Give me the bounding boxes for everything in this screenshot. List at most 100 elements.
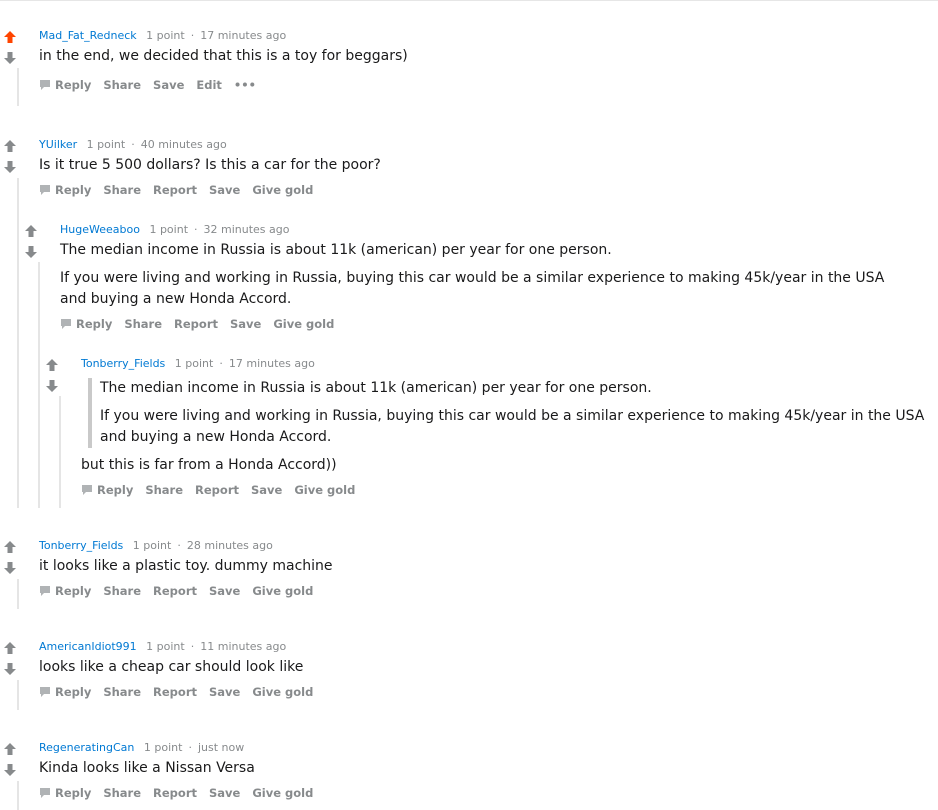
comment-body: Is it true 5 500 dollars? Is this a car … bbox=[39, 157, 381, 173]
share-button[interactable]: Share bbox=[103, 78, 141, 92]
comment: Tonberry_Fields 1 point · 17 minutes ago T… bbox=[42, 356, 938, 501]
comment-author[interactable]: Tonberry_Fields bbox=[81, 357, 165, 370]
comment-points: 1 point bbox=[143, 741, 183, 754]
comment-meta: YUilker 1 point · 40 minutes ago bbox=[39, 138, 227, 151]
edit-button[interactable]: Edit bbox=[196, 78, 222, 92]
meta-separator: · bbox=[219, 357, 223, 370]
upvote-arrow-icon[interactable] bbox=[3, 742, 17, 756]
reply-icon bbox=[40, 788, 50, 798]
comment-author[interactable]: HugeWeeaboo bbox=[60, 223, 140, 236]
comment-actions: Reply Share Report Save Give gold bbox=[39, 183, 325, 197]
report-button[interactable]: Report bbox=[195, 483, 239, 497]
reply-button[interactable]: Reply bbox=[55, 786, 91, 800]
comment-author[interactable]: Mad_Fat_Redneck bbox=[39, 29, 137, 42]
meta-separator: · bbox=[190, 29, 195, 42]
report-button[interactable]: Report bbox=[153, 584, 197, 598]
give-gold-button[interactable]: Give gold bbox=[252, 786, 313, 800]
save-button[interactable]: Save bbox=[209, 183, 240, 197]
thread-line[interactable] bbox=[17, 178, 19, 508]
comment: RegeneratingCan 1 point · just now Kinda l… bbox=[0, 740, 938, 805]
comment-points: 1 point bbox=[146, 29, 185, 42]
upvote-arrow-icon[interactable] bbox=[45, 358, 59, 372]
report-button[interactable]: Report bbox=[153, 183, 197, 197]
reply-button[interactable]: Reply bbox=[76, 317, 112, 331]
share-button[interactable]: Share bbox=[103, 584, 141, 598]
comment-body: but this is far from a Honda Accord)) bbox=[81, 457, 337, 473]
comment-body: it looks like a plastic toy. dummy machi… bbox=[39, 558, 333, 574]
comment-body: looks like a cheap car should look like bbox=[39, 659, 304, 675]
share-button[interactable]: Share bbox=[103, 183, 141, 197]
reply-button[interactable]: Reply bbox=[55, 685, 91, 699]
comment-time[interactable]: 40 minutes ago bbox=[141, 138, 227, 151]
comment-points: 1 point bbox=[174, 357, 214, 370]
share-button[interactable]: Share bbox=[103, 786, 141, 800]
comment-time[interactable]: 11 minutes ago bbox=[200, 640, 286, 653]
comment-author[interactable]: Tonberry_Fields bbox=[39, 539, 123, 552]
meta-separator: · bbox=[188, 741, 192, 754]
meta-separator: · bbox=[194, 223, 198, 236]
upvote-arrow-icon[interactable] bbox=[3, 139, 17, 153]
comment-time[interactable]: just now bbox=[198, 741, 244, 754]
comment-meta: HugeWeeaboo 1 point · 32 minutes ago bbox=[60, 223, 290, 236]
comment: Mad_Fat_Redneck 1 point · 17 minutes ago i… bbox=[0, 28, 938, 108]
downvote-arrow-icon[interactable] bbox=[45, 379, 59, 393]
report-button[interactable]: Report bbox=[153, 685, 197, 699]
save-button[interactable]: Save bbox=[209, 786, 240, 800]
comment-actions: Reply Share Report Save Give gold bbox=[81, 483, 367, 497]
comment-actions: Reply Share Report Save Give gold bbox=[60, 317, 346, 331]
share-button[interactable]: Share bbox=[103, 685, 141, 699]
comment-actions: Reply Share Report Save Give gold bbox=[39, 584, 325, 598]
comment-time[interactable]: 17 minutes ago bbox=[200, 29, 286, 42]
comment-actions: Reply Share Save Edit ••• bbox=[39, 78, 268, 92]
comment-author[interactable]: YUilker bbox=[39, 138, 77, 151]
upvote-arrow-icon[interactable] bbox=[3, 30, 17, 44]
reply-button[interactable]: Reply bbox=[97, 483, 133, 497]
reply-button[interactable]: Reply bbox=[55, 78, 91, 92]
downvote-arrow-icon[interactable] bbox=[3, 763, 17, 777]
share-button[interactable]: Share bbox=[124, 317, 162, 331]
comment-meta: Tonberry_Fields 1 point · 17 minutes ago bbox=[81, 357, 315, 370]
comment-author[interactable]: RegeneratingCan bbox=[39, 741, 134, 754]
comment-meta: Mad_Fat_Redneck 1 point · 17 minutes ago bbox=[39, 29, 286, 42]
comment-body: The median income in Russia is about 11k… bbox=[60, 242, 612, 258]
save-button[interactable]: Save bbox=[251, 483, 282, 497]
downvote-arrow-icon[interactable] bbox=[3, 662, 17, 676]
comment: AmericanIdiot991 1 point · 11 minutes ago … bbox=[0, 639, 938, 699]
downvote-arrow-icon[interactable] bbox=[24, 245, 38, 259]
comment-author[interactable]: AmericanIdiot991 bbox=[39, 640, 137, 653]
more-options-button[interactable]: ••• bbox=[234, 78, 256, 92]
comment-time[interactable]: 17 minutes ago bbox=[229, 357, 315, 370]
downvote-arrow-icon[interactable] bbox=[3, 561, 17, 575]
reply-icon bbox=[61, 319, 71, 329]
comment: HugeWeeaboo 1 point · 32 minutes ago The m… bbox=[21, 222, 938, 332]
give-gold-button[interactable]: Give gold bbox=[252, 183, 313, 197]
reply-icon bbox=[40, 185, 50, 195]
upvote-arrow-icon[interactable] bbox=[3, 540, 17, 554]
comment-time[interactable]: 32 minutes ago bbox=[204, 223, 290, 236]
reply-icon bbox=[40, 687, 50, 697]
reply-button[interactable]: Reply bbox=[55, 584, 91, 598]
comment-meta: RegeneratingCan 1 point · just now bbox=[39, 741, 244, 754]
give-gold-button[interactable]: Give gold bbox=[273, 317, 334, 331]
downvote-arrow-icon[interactable] bbox=[3, 160, 17, 174]
comment-points: 1 point bbox=[146, 640, 185, 653]
report-button[interactable]: Report bbox=[153, 786, 197, 800]
comment-actions: Reply Share Report Save Give gold bbox=[39, 786, 325, 800]
save-button[interactable]: Save bbox=[230, 317, 261, 331]
downvote-arrow-icon[interactable] bbox=[3, 51, 17, 65]
upvote-arrow-icon[interactable] bbox=[24, 224, 38, 238]
report-button[interactable]: Report bbox=[174, 317, 218, 331]
comment-points: 1 point bbox=[132, 539, 172, 552]
give-gold-button[interactable]: Give gold bbox=[252, 685, 313, 699]
share-button[interactable]: Share bbox=[145, 483, 183, 497]
give-gold-button[interactable]: Give gold bbox=[252, 584, 313, 598]
give-gold-button[interactable]: Give gold bbox=[294, 483, 355, 497]
save-button[interactable]: Save bbox=[153, 78, 184, 92]
reply-button[interactable]: Reply bbox=[55, 183, 91, 197]
save-button[interactable]: Save bbox=[209, 685, 240, 699]
blockquote: The median income in Russia is about 11k… bbox=[88, 378, 924, 448]
upvote-arrow-icon[interactable] bbox=[3, 641, 17, 655]
save-button[interactable]: Save bbox=[209, 584, 240, 598]
reply-icon bbox=[82, 485, 92, 495]
comment-time[interactable]: 28 minutes ago bbox=[187, 539, 273, 552]
